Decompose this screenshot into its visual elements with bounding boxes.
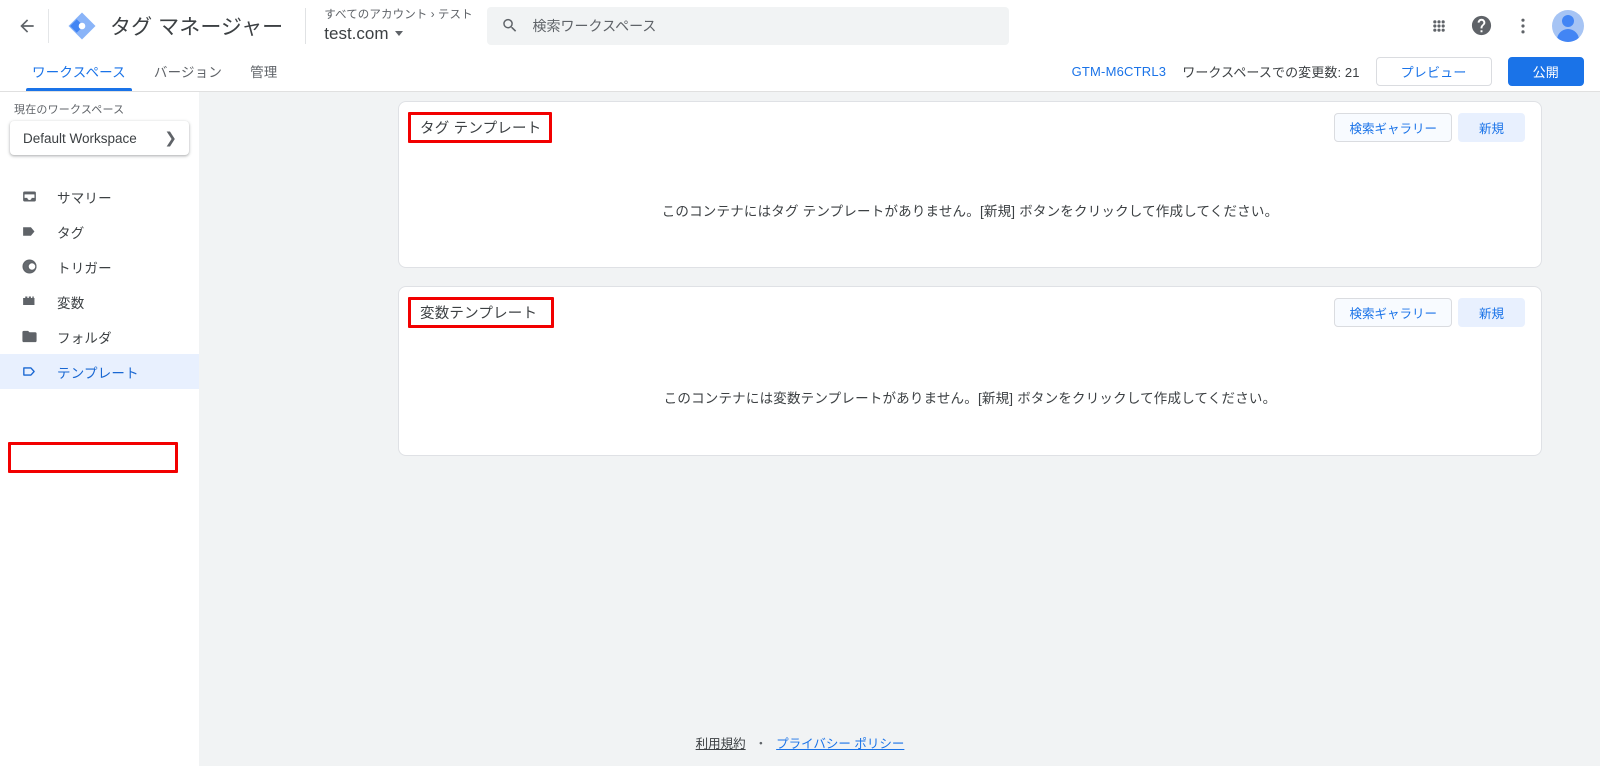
sidebar-item-variables[interactable]: 変数 [0, 284, 199, 319]
apps-grid-icon[interactable] [1426, 13, 1452, 39]
tab-versions-label: バージョン [153, 65, 223, 80]
top-header-bar: タグ マネージャー すべてのアカウント › テスト test.com [0, 0, 1600, 51]
sidebar-item-templates[interactable]: テンプレート [0, 354, 199, 389]
sidebar-item-summary-label: サマリー [57, 190, 112, 206]
sidebar-item-summary[interactable]: サマリー [0, 179, 199, 214]
page-body: 現在のワークスペース Default Workspace ❯ サマリー タグ ト… [0, 92, 1600, 766]
tag-templates-card-header: タグ テンプレート 検索ギャラリー 新規 [399, 102, 1541, 153]
tag-icon [20, 222, 39, 241]
search-icon [502, 18, 516, 32]
container-id-link[interactable]: GTM-M6CTRL3 [1072, 64, 1167, 79]
account-selector[interactable]: すべてのアカウント › テスト test.com [324, 8, 472, 44]
variable-search-gallery-button[interactable]: 検索ギャラリー [1334, 298, 1452, 327]
header-divider [48, 8, 49, 43]
tag-manager-logo [68, 12, 96, 39]
sidebar-item-tags[interactable]: タグ [0, 214, 199, 249]
header-icon-group [1426, 9, 1584, 42]
search-wrapper [486, 6, 1009, 45]
terms-link[interactable]: 利用規約 [696, 733, 746, 752]
chevron-right-icon: ❯ [164, 129, 177, 147]
publish-button[interactable]: 公開 [1507, 56, 1584, 86]
tab-workspace[interactable]: ワークスペース [18, 51, 140, 91]
app-title: タグ マネージャー [110, 15, 284, 39]
container-name: test.com [324, 23, 472, 44]
tag-templates-actions: 検索ギャラリー 新規 [1334, 113, 1525, 142]
footer: 利用規約 ・ プライバシー ポリシー [0, 718, 1600, 766]
sidebar-item-folders-label: フォルダ [57, 330, 112, 346]
container-name-text: test.com [324, 23, 389, 43]
variable-templates-actions: 検索ギャラリー 新規 [1334, 298, 1525, 327]
arrow-back-icon [20, 18, 34, 33]
current-workspace-label: 現在のワークスペース [14, 104, 125, 116]
back-button[interactable] [8, 7, 46, 45]
variable-templates-empty-message: このコンテナには変数テンプレートがありません。[新規] ボタンをクリックして作成… [663, 390, 1277, 406]
tab-admin-label: 管理 [250, 65, 278, 80]
trigger-icon [20, 257, 39, 276]
tag-manager-app: タグ マネージャー すべてのアカウント › テスト test.com 検索ワーク… [0, 0, 1600, 766]
variable-icon [20, 292, 39, 311]
tab-admin[interactable]: 管理 [236, 51, 291, 91]
tag-search-gallery-button[interactable]: 検索ギャラリー [1334, 113, 1452, 142]
more-vert-icon[interactable] [1510, 13, 1536, 39]
tag-templates-title: タグ テンプレート [420, 121, 542, 137]
sidebar-item-folders[interactable]: フォルダ [0, 319, 199, 354]
account-breadcrumb: すべてのアカウント › テスト [324, 8, 473, 21]
tab-list: ワークスペース バージョン 管理 [0, 51, 292, 91]
tag-templates-card: タグ テンプレート 検索ギャラリー 新規 このコンテナにはタグ テンプレートがあ… [398, 101, 1542, 268]
chevron-down-icon [394, 30, 403, 36]
variable-templates-card: 変数テンプレート 検索ギャラリー 新規 このコンテナには変数テンプレートがありま… [398, 286, 1542, 456]
template-icon [20, 362, 39, 381]
workspace-changes-count: ワークスペースでの変更数: 21 [1182, 64, 1360, 80]
workspace-name: Default Workspace [23, 130, 137, 146]
help-circle-icon[interactable] [1468, 13, 1494, 39]
brand-block[interactable]: タグ マネージャー [53, 11, 283, 41]
sidebar-item-triggers-label: トリガー [57, 260, 112, 276]
sidebar-item-tags-label: タグ [57, 225, 85, 241]
main-content: タグ テンプレート 検索ギャラリー 新規 このコンテナにはタグ テンプレートがあ… [199, 92, 1600, 766]
tabbar-actions: GTM-M6CTRL3 ワークスペースでの変更数: 21 プレビュー 公開 [1072, 51, 1600, 91]
workspace-selector[interactable]: Default Workspace ❯ [10, 121, 189, 155]
variable-new-button[interactable]: 新規 [1457, 298, 1525, 327]
tab-versions[interactable]: バージョン [140, 51, 236, 91]
summary-icon [20, 187, 39, 206]
user-avatar[interactable] [1552, 9, 1584, 42]
annotation-box-templates-nav [8, 442, 178, 473]
search-box[interactable] [486, 6, 1009, 45]
tag-new-button[interactable]: 新規 [1457, 113, 1525, 142]
sidebar: 現在のワークスペース Default Workspace ❯ サマリー タグ ト… [0, 92, 199, 766]
variable-templates-title: 変数テンプレート [420, 306, 538, 322]
folder-icon [20, 327, 39, 346]
footer-separator: ・ [754, 736, 768, 751]
sidebar-item-triggers[interactable]: トリガー [0, 249, 199, 284]
tab-workspace-label: ワークスペース [32, 65, 126, 80]
search-input[interactable] [532, 17, 995, 34]
variable-templates-card-header: 変数テンプレート 検索ギャラリー 新規 [399, 287, 1541, 338]
workspace-tabbar: ワークスペース バージョン 管理 GTM-M6CTRL3 ワークスペースでの変更… [0, 51, 1600, 92]
tag-templates-empty-message: このコンテナにはタグ テンプレートがありません。[新規] ボタンをクリックして作… [661, 204, 1279, 219]
sidebar-item-templates-label: テンプレート [57, 365, 139, 381]
sidebar-item-variables-label: 変数 [57, 295, 85, 311]
sidebar-nav-list: サマリー タグ トリガー 変数 フォルダ テンプレート [0, 179, 199, 389]
privacy-policy-link[interactable]: プライバシー ポリシー [776, 733, 904, 752]
account-divider [305, 7, 307, 44]
preview-button[interactable]: プレビュー [1375, 56, 1492, 86]
